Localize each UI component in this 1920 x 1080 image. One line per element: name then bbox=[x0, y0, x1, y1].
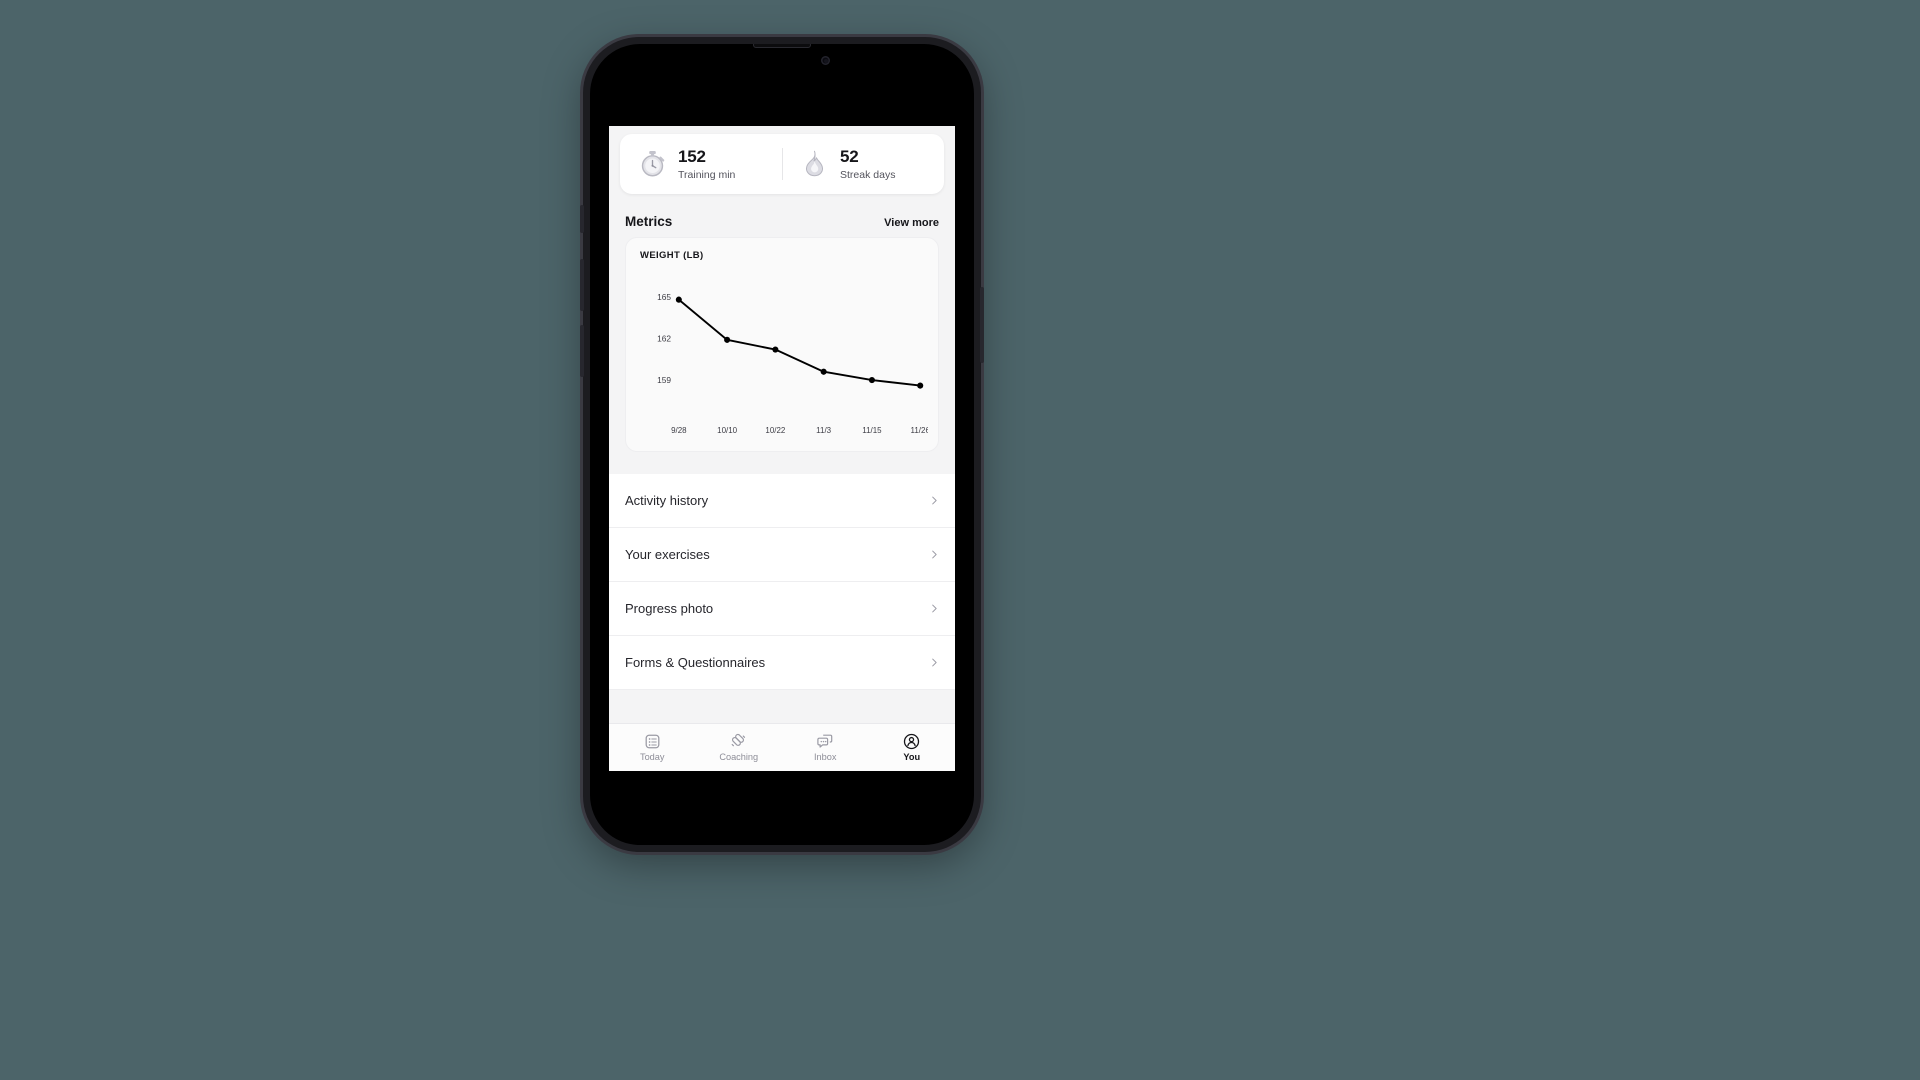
chart-title: WEIGHT (LB) bbox=[640, 249, 704, 261]
chart-x-axis-ticks: 9/28 10/10 10/22 11/3 11/15 11/26 bbox=[671, 426, 928, 435]
stat-label: Training min bbox=[678, 168, 736, 181]
stats-card: 152 Training min 52 Streak days bbox=[620, 134, 944, 194]
chart-x-tick-label: 11/26 bbox=[911, 426, 928, 435]
flame-icon bbox=[806, 151, 823, 177]
chart-x-tick-label: 9/28 bbox=[671, 426, 687, 435]
list-item-label: Activity history bbox=[625, 492, 709, 508]
tab-coaching[interactable]: Coaching bbox=[696, 724, 783, 771]
list-item-label: Forms & Questionnaires bbox=[625, 654, 766, 670]
chart-x-tick-label: 11/3 bbox=[816, 426, 831, 435]
screenshot-stage: 152 Training min 52 Streak days Metrics … bbox=[0, 0, 1920, 1080]
tab-label: Coaching bbox=[719, 752, 759, 762]
chevron-right-icon bbox=[932, 658, 937, 667]
list-item[interactable]: Progress photo bbox=[609, 582, 955, 636]
weight-line-chart: 165 162 159 9/28 10/10 10/22 11/3 11/15 11/26 bbox=[657, 291, 928, 435]
chart-data-point[interactable] bbox=[772, 346, 779, 353]
chart-line-series bbox=[677, 298, 922, 387]
tab-label: Inbox bbox=[814, 752, 837, 762]
list-item[interactable]: Activity history bbox=[609, 474, 955, 528]
stat-training-min: 152 Training min bbox=[620, 147, 782, 181]
stat-text-group: 152 Training min bbox=[678, 147, 735, 181]
phone-bezel: 152 Training min 52 Streak days Metrics … bbox=[590, 44, 974, 845]
metrics-title: Metrics bbox=[625, 213, 673, 229]
tab-label: You bbox=[903, 752, 921, 762]
chevron-right-icon bbox=[932, 496, 937, 505]
stats-divider bbox=[782, 148, 783, 180]
app-screen: 152 Training min 52 Streak days Metrics … bbox=[609, 126, 955, 771]
section-spacer bbox=[609, 451, 955, 474]
stat-value: 152 bbox=[678, 147, 706, 166]
chart-x-tick-label: 11/15 bbox=[862, 426, 882, 435]
phone-frame: 152 Training min 52 Streak days Metrics … bbox=[580, 37, 984, 852]
stat-label: Streak days bbox=[840, 168, 896, 181]
chart-data-points bbox=[675, 296, 924, 389]
chart-data-point[interactable] bbox=[820, 368, 827, 375]
person-circle-icon bbox=[904, 733, 920, 750]
list-icon bbox=[645, 734, 660, 749]
notch bbox=[704, 44, 860, 74]
chart-data-point[interactable] bbox=[868, 376, 875, 383]
chart-data-point[interactable] bbox=[917, 382, 924, 389]
dumbbell-icon bbox=[731, 733, 746, 747]
chart-y-tick-label: 165 bbox=[657, 291, 671, 301]
tab-label: Today bbox=[639, 752, 665, 762]
view-more-button[interactable]: View more bbox=[884, 217, 939, 229]
list-item-label: Your exercises bbox=[625, 546, 710, 562]
volume-down-button[interactable] bbox=[580, 325, 584, 377]
chart-data-point[interactable] bbox=[724, 336, 731, 343]
volume-up-button[interactable] bbox=[580, 259, 584, 311]
power-button[interactable] bbox=[980, 287, 984, 363]
tab-inbox[interactable]: Inbox bbox=[782, 724, 869, 771]
list-item[interactable]: Your exercises bbox=[609, 528, 955, 582]
chart-y-axis-ticks: 165 162 159 bbox=[657, 291, 671, 384]
stats-section: 152 Training min 52 Streak days bbox=[609, 126, 955, 194]
silent-switch[interactable] bbox=[580, 205, 584, 233]
stopwatch-icon bbox=[641, 151, 665, 177]
bottom-tab-bar: Today Coaching Inbox You bbox=[609, 723, 955, 771]
stat-streak-days: 52 Streak days bbox=[782, 147, 944, 181]
earpiece-speaker bbox=[753, 44, 811, 48]
stat-value: 52 bbox=[840, 147, 859, 166]
stat-text-group: 52 Streak days bbox=[840, 147, 895, 181]
chart-data-point[interactable] bbox=[675, 296, 682, 303]
chart-y-tick-label: 162 bbox=[657, 333, 671, 343]
chart-y-tick-label: 159 bbox=[657, 375, 671, 385]
chat-bubbles-icon bbox=[817, 734, 833, 748]
list-item[interactable]: Forms & Questionnaires bbox=[609, 636, 955, 690]
chart-x-tick-label: 10/22 bbox=[765, 426, 785, 435]
tab-today[interactable]: Today bbox=[609, 724, 696, 771]
list-item-label: Progress photo bbox=[625, 600, 714, 616]
metrics-header: Metrics View more bbox=[609, 194, 955, 237]
front-camera-icon bbox=[821, 56, 830, 65]
navigation-list: Activity history Your exercises Progress p… bbox=[609, 473, 955, 690]
chevron-right-icon bbox=[932, 604, 937, 613]
chevron-right-icon bbox=[932, 550, 937, 559]
chart-x-tick-label: 10/10 bbox=[717, 426, 737, 435]
weight-chart-card[interactable]: WEIGHT (LB) 165 162 159 9/28 10/10 10/22 11/3… bbox=[625, 236, 939, 452]
tab-you[interactable]: You bbox=[869, 724, 956, 771]
